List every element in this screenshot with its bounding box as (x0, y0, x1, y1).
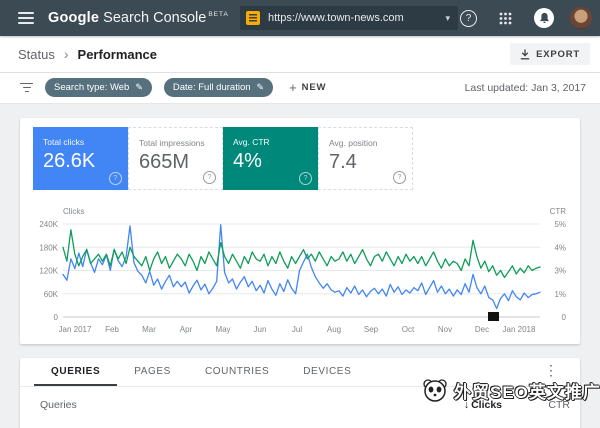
svg-text:240K: 240K (39, 220, 58, 229)
new-filter-button[interactable]: + NEW (289, 80, 326, 95)
dimension-tabs: QUERIES PAGES COUNTRIES DEVICES ⋮ (20, 358, 580, 387)
new-filter-label: NEW (302, 82, 327, 93)
column-header-queries: Queries (40, 399, 77, 411)
brand-name: Google (48, 10, 99, 26)
column-header-clicks[interactable]: ↓Clicks (464, 399, 502, 411)
svg-text:Sep: Sep (364, 325, 379, 334)
app-logo: GoogleSearch ConsoleBETA (48, 10, 229, 26)
top-app-bar: GoogleSearch ConsoleBETA https://www.tow… (0, 0, 600, 36)
property-url: https://www.town-news.com (268, 12, 445, 24)
chip-label: Search type: Web (54, 82, 129, 93)
user-avatar[interactable] (570, 7, 592, 29)
svg-text:5%: 5% (554, 220, 566, 229)
topbar-actions: ? (460, 0, 600, 36)
edit-pencil-icon: ✎ (257, 82, 265, 93)
more-options-icon[interactable]: ⋮ (544, 362, 558, 379)
chevron-down-icon: ▾ (445, 13, 450, 24)
sort-arrow-icon: ↓ (464, 399, 469, 411)
svg-text:CTR: CTR (550, 207, 567, 216)
svg-text:Jan 2018: Jan 2018 (503, 325, 536, 334)
svg-text:1%: 1% (554, 290, 566, 299)
svg-text:0: 0 (54, 313, 59, 322)
product-name: Search Console (103, 10, 206, 26)
export-label: EXPORT (536, 49, 580, 60)
tab-pages[interactable]: PAGES (117, 358, 188, 386)
hamburger-menu-icon[interactable] (18, 9, 34, 27)
plus-icon: + (289, 80, 297, 95)
svg-text:120K: 120K (39, 267, 58, 276)
apps-grid-icon[interactable] (499, 12, 512, 25)
filter-icon[interactable] (20, 80, 33, 95)
export-button[interactable]: EXPORT (510, 43, 590, 65)
property-selector[interactable]: https://www.town-news.com ▾ (240, 6, 458, 30)
svg-text:3%: 3% (554, 267, 566, 276)
svg-text:Jun: Jun (254, 325, 267, 334)
performance-chart[interactable]: 240K 180K 120K 60K 0 5% 4% 3% 1% 0 Clicks CTR Jan 20… (20, 118, 580, 344)
last-updated-text: Last updated: Jan 3, 2017 (465, 82, 586, 94)
notifications-bell-icon[interactable] (534, 8, 554, 28)
app-window: GoogleSearch ConsoleBETA https://www.tow… (0, 0, 600, 428)
svg-text:May: May (215, 325, 230, 334)
filter-bar: Search type: Web ✎ Date: Full duration ✎… (0, 72, 600, 104)
help-icon[interactable]: ? (460, 10, 477, 27)
svg-text:4%: 4% (554, 243, 566, 252)
svg-text:Clicks: Clicks (63, 207, 84, 216)
svg-text:0: 0 (562, 313, 567, 322)
svg-text:Nov: Nov (438, 325, 452, 334)
column-header-ctr[interactable]: CTR (548, 399, 570, 411)
svg-text:Jan 2017: Jan 2017 (59, 325, 92, 334)
edit-pencil-icon: ✎ (135, 82, 143, 93)
tab-queries[interactable]: QUERIES (34, 358, 117, 386)
performance-chart-card: Total clicks 26.6K ? Total impressions 6… (20, 118, 580, 344)
filter-chip-search-type[interactable]: Search type: Web ✎ (45, 78, 152, 97)
mouse-cursor-artifact (488, 312, 499, 321)
filter-chip-date[interactable]: Date: Full duration ✎ (164, 78, 273, 97)
svg-text:180K: 180K (39, 243, 58, 252)
beta-badge: BETA (208, 11, 229, 18)
chip-label: Date: Full duration (173, 82, 251, 93)
tab-devices[interactable]: DEVICES (286, 358, 368, 386)
property-icon (246, 11, 260, 25)
page-title: Performance (78, 47, 157, 62)
svg-text:Aug: Aug (327, 325, 341, 334)
breadcrumb-separator-icon: › (64, 46, 69, 62)
svg-text:60K: 60K (44, 290, 59, 299)
download-icon (520, 49, 530, 60)
svg-text:Dec: Dec (475, 325, 489, 334)
table-header-row: Queries ↓Clicks CTR (20, 387, 580, 421)
breadcrumb-status[interactable]: Status (18, 47, 55, 62)
svg-text:Oct: Oct (402, 325, 415, 334)
dimensions-table-card: QUERIES PAGES COUNTRIES DEVICES ⋮ Querie… (20, 358, 580, 428)
breadcrumb-bar: Status › Performance EXPORT (0, 36, 600, 73)
svg-text:Feb: Feb (105, 325, 119, 334)
svg-text:Mar: Mar (142, 325, 156, 334)
svg-text:Apr: Apr (180, 325, 193, 334)
tab-countries[interactable]: COUNTRIES (188, 358, 286, 386)
svg-text:Jul: Jul (292, 325, 302, 334)
